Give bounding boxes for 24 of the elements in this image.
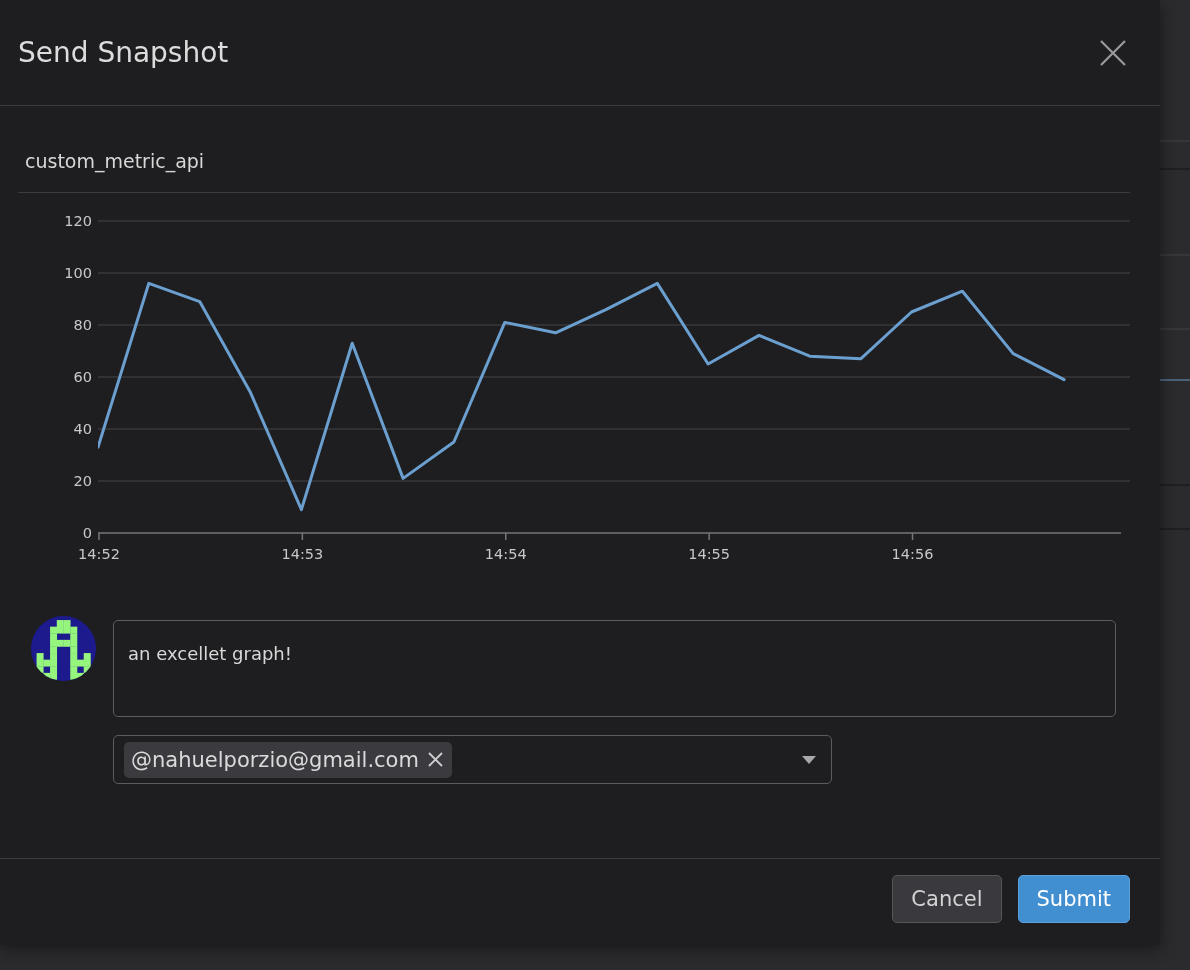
caret-icon (802, 755, 816, 764)
recipients-field[interactable]: @nahuelporzio@gmail.com (113, 735, 832, 784)
avatar-icon (31, 616, 96, 681)
y-axis-label: 120 (64, 213, 92, 229)
x-axis-label: 14:55 (688, 546, 731, 562)
dialog-title: Send Snapshot (18, 36, 229, 69)
chart-title: custom_metric_api (18, 147, 1130, 193)
y-axis-label: 80 (73, 317, 92, 333)
y-axis-label: 20 (73, 473, 92, 489)
cancel-button[interactable]: Cancel (892, 875, 1002, 923)
x-axis-label: 14:54 (484, 546, 527, 562)
comment-field[interactable]: an excellet graph! (113, 620, 1116, 717)
y-axis-label: 40 (73, 421, 92, 437)
y-axis-label: 60 (73, 369, 92, 385)
x-axis-label: 14:53 (281, 546, 324, 562)
close-icon (427, 752, 443, 767)
close-icon (1100, 39, 1126, 66)
y-axis-label: 100 (64, 265, 92, 281)
x-axis-label: 14:56 (891, 546, 934, 562)
recipient-email: @nahuelporzio@gmail.com (131, 747, 419, 772)
close-button[interactable] (1100, 39, 1126, 66)
x-axis-label: 14:52 (78, 546, 120, 562)
y-axis-label: 0 (82, 525, 92, 541)
remove-button[interactable] (427, 752, 443, 767)
